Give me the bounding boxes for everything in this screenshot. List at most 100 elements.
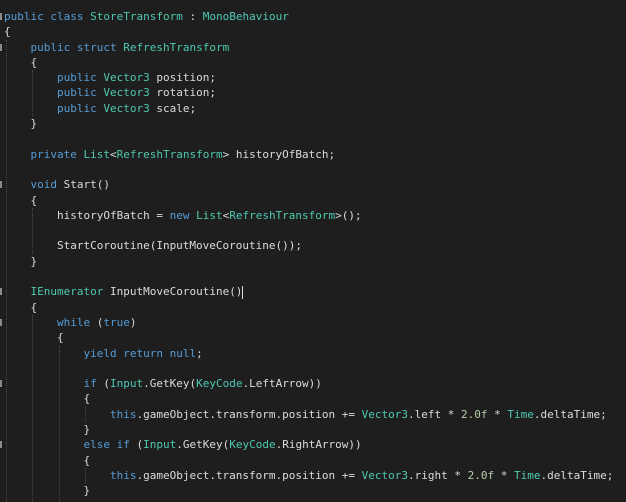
code-token: MonoBehaviour: [202, 10, 289, 23]
code-token: scale;: [149, 101, 197, 115]
text-caret: [242, 285, 244, 299]
code-line-text: {: [4, 24, 11, 39]
code-token: class: [50, 10, 84, 23]
code-token: List: [83, 147, 110, 161]
code-line[interactable]: public Vector3 position;: [0, 70, 626, 85]
code-token: public: [4, 10, 44, 23]
code-area[interactable]: public class StoreTransform : MonoBehavi…: [0, 9, 626, 499]
code-line[interactable]: public Vector3 rotation;: [0, 85, 626, 100]
code-token: List: [196, 208, 223, 222]
code-token: public: [56, 101, 97, 115]
code-line[interactable]: }: [0, 254, 626, 269]
code-token: {: [4, 453, 91, 467]
code-token: else: [83, 438, 110, 452]
code-token: true: [103, 315, 130, 329]
code-line[interactable]: {: [0, 300, 626, 315]
code-line[interactable]: {: [0, 24, 626, 39]
code-line-text: }: [4, 116, 37, 131]
code-line[interactable]: public Vector3 scale;: [0, 101, 626, 116]
code-line[interactable]: [0, 269, 626, 284]
code-line[interactable]: void Start(): [0, 177, 626, 192]
code-token: *: [494, 468, 514, 482]
code-token: StartCoroutine(InputMoveCoroutine());: [4, 239, 303, 253]
code-token: {: [4, 25, 11, 39]
code-token: ;: [196, 346, 203, 360]
code-line-text: public Vector3 rotation;: [4, 85, 216, 100]
code-line-text: {: [4, 193, 37, 208]
code-token: this: [109, 468, 137, 482]
code-token: .left *: [408, 407, 461, 421]
code-line[interactable]: {: [0, 55, 626, 70]
code-line[interactable]: [0, 131, 626, 146]
code-line[interactable]: if (Input.GetKey(KeyCode.LeftArrow)): [0, 376, 626, 391]
code-line-text: public Vector3 scale;: [4, 101, 196, 116]
code-token: {: [4, 331, 64, 345]
code-token: Vector3: [103, 71, 150, 85]
code-line[interactable]: }: [0, 116, 626, 131]
code-token: .right *: [408, 468, 468, 482]
code-line[interactable]: {: [0, 330, 626, 345]
code-line-text: this.gameObject.transform.position += Ve…: [4, 468, 613, 483]
code-token: 2.0f: [467, 468, 495, 482]
code-line[interactable]: public class StoreTransform : MonoBehavi…: [0, 9, 626, 24]
code-line-text: this.gameObject.transform.position += Ve…: [4, 407, 607, 422]
code-token: }: [4, 254, 38, 268]
code-token: void: [30, 178, 58, 192]
code-line[interactable]: while (true): [0, 315, 626, 330]
code-line[interactable]: }: [0, 422, 626, 437]
code-token: return: [123, 346, 163, 360]
code-line[interactable]: else if (Input.GetKey(KeyCode.RightArrow…: [0, 437, 626, 452]
code-token: new: [169, 208, 190, 222]
code-token: .RightArrow)): [275, 438, 362, 452]
code-token: Vector3: [361, 468, 408, 482]
code-line-text: historyOfBatch = new List<RefreshTransfo…: [4, 208, 362, 223]
code-token: .deltaTime;: [540, 468, 614, 482]
code-token: Vector3: [103, 101, 150, 115]
code-token: 2.0f: [460, 407, 488, 421]
code-token: > historyOfBatch;: [222, 147, 336, 161]
code-line-text: }: [4, 254, 37, 269]
code-token: *: [487, 407, 508, 421]
code-line[interactable]: this.gameObject.transform.position += Ve…: [0, 407, 626, 422]
code-line[interactable]: [0, 361, 626, 376]
code-line[interactable]: {: [0, 453, 626, 468]
code-token: InputMoveCoroutine(): [103, 285, 243, 299]
code-line-text: {: [4, 330, 64, 345]
code-token: this: [109, 407, 137, 421]
code-editor[interactable]: public class StoreTransform : MonoBehavi…: [0, 0, 626, 502]
code-token: (: [90, 315, 104, 329]
code-line[interactable]: historyOfBatch = new List<RefreshTransfo…: [0, 208, 626, 223]
code-token: (: [129, 438, 144, 452]
code-line-text: }: [4, 483, 90, 498]
code-line-text: public struct RefreshTransform: [4, 40, 230, 55]
code-line[interactable]: {: [0, 391, 626, 406]
code-line[interactable]: this.gameObject.transform.position += Ve…: [0, 468, 626, 483]
code-token: .LeftArrow)): [242, 377, 322, 391]
code-line-text: IEnumerator InputMoveCoroutine(): [4, 284, 244, 299]
code-line[interactable]: {: [0, 193, 626, 208]
code-line-text: yield return null;: [4, 346, 203, 361]
code-line[interactable]: private List<RefreshTransform> historyOf…: [0, 147, 626, 162]
code-token: if: [83, 377, 97, 391]
code-line-text: {: [4, 300, 37, 315]
code-token: <: [109, 147, 117, 161]
code-token: .gameObject.transform.position +=: [136, 407, 362, 421]
code-line[interactable]: yield return null;: [0, 346, 626, 361]
code-line[interactable]: [0, 162, 626, 177]
code-line[interactable]: StartCoroutine(InputMoveCoroutine());: [0, 238, 626, 253]
code-token: .gameObject.transform.position +=: [136, 468, 362, 482]
code-line[interactable]: IEnumerator InputMoveCoroutine(): [0, 284, 626, 299]
code-line[interactable]: [0, 223, 626, 238]
code-line[interactable]: }: [0, 483, 626, 498]
code-line[interactable]: public struct RefreshTransform: [0, 40, 626, 55]
